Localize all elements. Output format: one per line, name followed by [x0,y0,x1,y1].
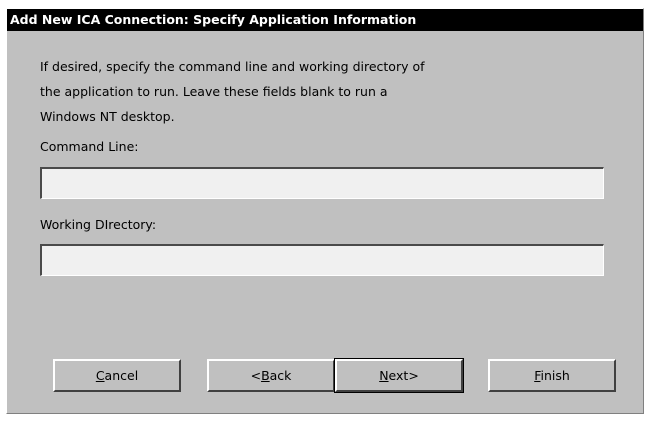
working-directory-label: Working DIrectory: [40,217,157,232]
command-line-label: Command Line: [40,139,139,154]
next-button[interactable]: Next> [334,358,464,393]
command-line-input[interactable] [40,167,604,199]
cancel-button[interactable]: Cancel [53,359,181,392]
instructions-line-2: the application to run. Leave these fiel… [40,84,388,99]
instructions-line-3: Windows NT desktop. [40,109,175,124]
back-label-rest: ack [269,368,292,383]
dialog-title-bar: Add New ICA Connection: Specify Applicat… [7,9,643,31]
back-mnemonic: B [261,368,270,383]
finish-button[interactable]: Finish [488,359,616,392]
working-directory-input[interactable] [40,244,604,276]
finish-label-rest: inish [540,368,570,383]
cancel-label-rest: ancel [104,368,139,383]
back-button[interactable]: <Back [207,359,335,392]
instructions-text: If desired, specify the command line and… [40,54,510,129]
add-ica-connection-dialog: Add New ICA Connection: Specify Applicat… [6,8,644,414]
cancel-mnemonic: C [95,368,105,383]
dialog-title: Add New ICA Connection: Specify Applicat… [10,12,417,27]
back-label-prefix: < [250,368,262,383]
next-label-rest: ext> [388,368,419,383]
next-mnemonic: N [379,368,389,383]
instructions-line-1: If desired, specify the command line and… [40,59,425,74]
